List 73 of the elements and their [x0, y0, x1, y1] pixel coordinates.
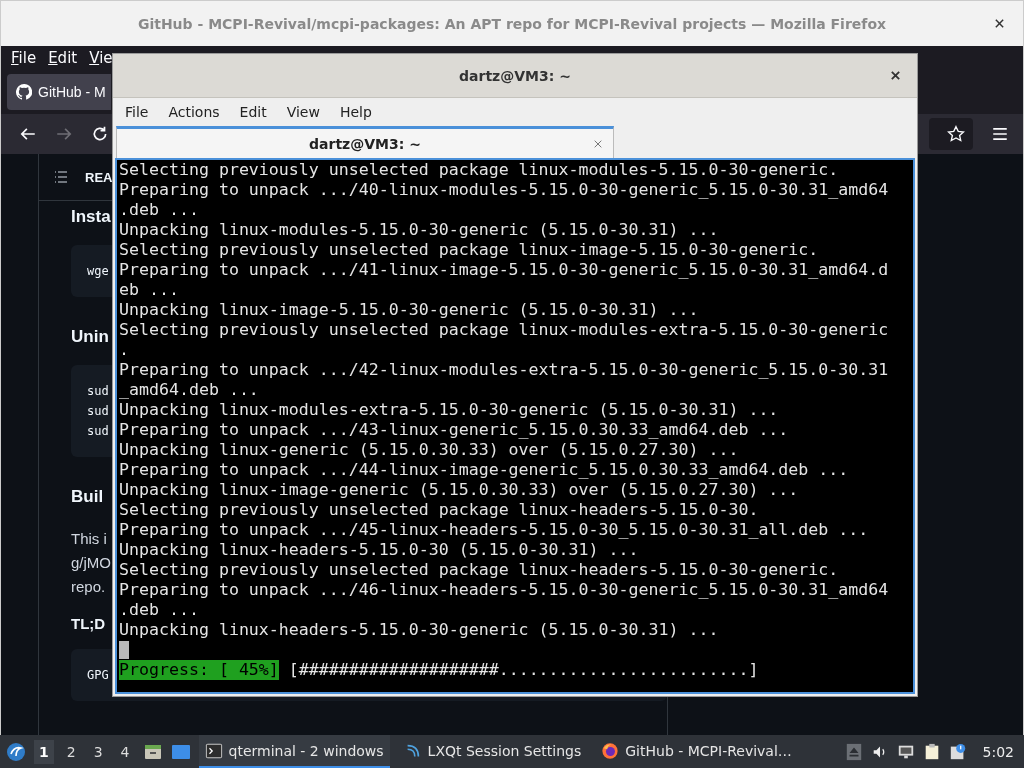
terminal-line: eb ...: [119, 280, 179, 300]
firefox-icon: [601, 741, 620, 760]
workspace-button[interactable]: 2: [61, 739, 81, 764]
terminal-line: Preparing to unpack .../40-linux-modules-5.15.0-30-generic_5.15.0-30.31_amd64: [119, 180, 889, 200]
terminal-line: Unpacking linux-generic (5.15.0.30.33) over (5.15.0.27.30) ...: [119, 440, 739, 460]
terminal-line: Selecting previously unselected package linux-headers-5.15.0-30-generic.: [119, 560, 839, 580]
browser-tab[interactable]: GitHub - M: [7, 74, 111, 110]
window-title: dartz@VM3: ~: [459, 67, 571, 84]
window-title: GitHub - MCPI-Revival/mcpi-packages: An APT repo for MCPI-Revival projects — Mozilla Firefox: [137, 15, 887, 32]
menu-item[interactable]: View: [286, 104, 320, 120]
taskbar-task[interactable]: GitHub - MCPI-Revival…: [595, 735, 798, 768]
terminal-line: Preparing to unpack .../42-linux-modules-extra-5.15.0-30-generic_5.15.0-30.31: [119, 360, 889, 380]
workspace-button[interactable]: 1: [34, 739, 54, 764]
github-icon: [16, 84, 32, 100]
terminal-line: .: [119, 340, 129, 360]
terminal-line: Preparing to unpack .../45-linux-headers-5.15.0-30_5.15.0-30.31_all.deb ...: [119, 520, 869, 540]
terminal-tab[interactable]: dartz@VM3: ~: [116, 126, 614, 158]
terminal-line: Preparing to unpack .../41-linux-image-5.15.0-30-generic_5.15.0-30.31_amd64.d: [119, 260, 889, 280]
menu-item[interactable]: Edit: [239, 104, 267, 120]
taskbar-task[interactable]: LXQt Session Settings: [397, 735, 588, 768]
terminal-line: Unpacking linux-headers-5.15.0-30 (5.15.0-30.31) ...: [119, 540, 639, 560]
code-line: wge: [87, 263, 109, 280]
taskbar-task[interactable]: qterminal - 2 windows: [198, 735, 390, 768]
code-line: sud: [87, 403, 109, 420]
menu-item[interactable]: Vie: [89, 49, 113, 67]
text-cursor: [119, 641, 129, 659]
terminal-line: Preparing to unpack .../43-linux-generic_5.15.0.30.33_amd64.deb ...: [119, 420, 789, 440]
code-line: GPG: [87, 667, 109, 684]
eject-icon[interactable]: [844, 742, 863, 761]
menu-item[interactable]: Actions: [168, 104, 220, 120]
terminal-line: Unpacking linux-headers-5.15.0-30-generic (5.15.0-30.31) ...: [119, 620, 719, 640]
terminal-line: Selecting previously unselected package linux-image-5.15.0-30-generic.: [119, 240, 819, 260]
menu-icon[interactable]: [991, 125, 1009, 143]
reload-icon[interactable]: [91, 125, 109, 143]
bookmark-star-icon[interactable]: [947, 125, 965, 143]
section-heading: TL;D: [71, 615, 106, 634]
paragraph-text: This i: [71, 529, 107, 549]
terminal-line: Selecting previously unselected package linux-modules-extra-5.15.0-30-generic: [119, 320, 889, 340]
terminal-line: Unpacking linux-modules-5.15.0-30-generic (5.15.0-30.31) ...: [119, 220, 719, 240]
code-line: sud: [87, 383, 109, 400]
terminal-line: Preparing to unpack .../46-linux-headers-5.15.0-30-generic_5.15.0-30.31_amd64: [119, 580, 889, 600]
clock-text[interactable]: 5:02: [982, 743, 1014, 760]
address-field[interactable]: [929, 118, 973, 150]
menu-item[interactable]: Help: [339, 104, 372, 120]
menu-item[interactable]: Edit: [48, 49, 78, 67]
workspace-button[interactable]: 4: [115, 739, 135, 764]
readme-tab[interactable]: REA: [85, 169, 113, 185]
terminal-line: Unpacking linux-image-5.15.0-30-generic (5.15.0-30.31) ...: [119, 300, 699, 320]
paragraph-text: g/jMO: [71, 553, 111, 573]
section-heading: Unin: [71, 327, 109, 348]
close-icon[interactable]: [994, 18, 1005, 29]
terminal-line: Unpacking linux-image-generic (5.15.0.30.33) over (5.15.0.27.30) ...: [119, 480, 799, 500]
menu-item[interactable]: File: [11, 49, 37, 67]
list-icon[interactable]: [53, 169, 69, 185]
notification-icon[interactable]: [948, 742, 967, 761]
paragraph-text: repo.: [71, 577, 106, 597]
progress-bar-text: [####################.........................]: [288, 660, 759, 680]
terminal-line: Preparing to unpack .../44-linux-image-generic_5.15.0.30.33_amd64.deb ...: [119, 460, 849, 480]
workspace-button[interactable]: 3: [88, 739, 108, 764]
close-icon[interactable]: [890, 70, 901, 81]
section-heading: Insta: [71, 207, 111, 228]
start-menu-icon[interactable]: [6, 741, 26, 762]
section-heading: Buil: [71, 487, 104, 508]
terminal-line: _amd64.deb ...: [119, 380, 259, 400]
terminal-line: .deb ...: [119, 200, 199, 220]
terminal-icon: [204, 741, 223, 760]
terminal-line: Selecting previously unselected package linux-modules-5.15.0-30-generic.: [119, 160, 839, 180]
terminal-line: .deb ...: [119, 600, 199, 620]
code-line: sud: [87, 423, 109, 440]
terminal-line: Unpacking linux-modules-extra-5.15.0-30-generic (5.15.0-30.31) ...: [119, 400, 779, 420]
menu-item[interactable]: File: [125, 104, 149, 120]
terminal-line: Selecting previously unselected package linux-headers-5.15.0-30.: [119, 500, 759, 520]
progress-label: Progress: [ 45%]: [119, 660, 279, 680]
